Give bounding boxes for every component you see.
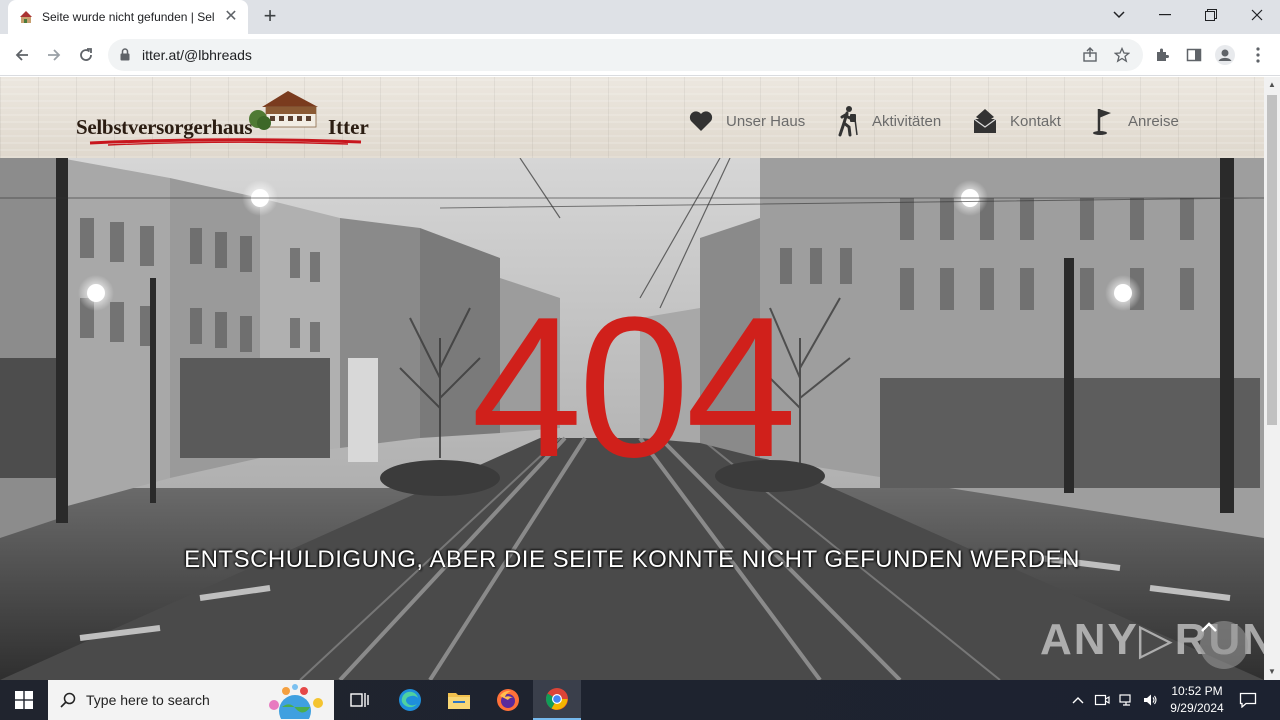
clock-date: 9/29/2024 — [1170, 701, 1224, 715]
nav-item-kontakt[interactable]: Kontakt — [970, 105, 1061, 137]
nav-label-aktivitaeten: Aktivitäten — [872, 112, 942, 130]
side-panel-icon[interactable] — [1184, 45, 1204, 65]
clock-time: 10:52 PM — [1171, 684, 1223, 698]
nav-item-aktivitaeten[interactable]: Aktivitäten — [832, 105, 941, 137]
logo-swoosh — [89, 138, 362, 146]
chrome-taskbar-button[interactable] — [533, 680, 581, 720]
firefox-taskbar-button[interactable] — [484, 680, 532, 720]
close-window-button[interactable] — [1234, 0, 1280, 30]
nav-item-unser-haus[interactable]: Unser Haus — [686, 105, 805, 137]
back-button[interactable] — [8, 41, 36, 69]
scroll-thumb[interactable] — [1267, 95, 1277, 425]
search-highlight-globe-icon — [269, 684, 323, 719]
heart-icon — [686, 106, 716, 136]
edge-taskbar-button[interactable] — [386, 680, 434, 720]
volume-icon[interactable] — [1140, 680, 1160, 720]
start-button[interactable] — [0, 680, 48, 720]
address-bar[interactable]: itter.at/@lbhreads — [108, 39, 1143, 71]
flag-icon — [1088, 106, 1118, 136]
scroll-to-top-button[interactable] — [1200, 621, 1248, 669]
error-message: ENTSCHULDIGUNG, ABER DIE SEITE KONNTE NI… — [184, 546, 1080, 573]
tab-search-icon[interactable] — [1096, 0, 1142, 30]
mail-icon — [970, 106, 1000, 136]
taskbar-search-box[interactable]: Type here to search — [48, 680, 334, 720]
menu-kebab-icon[interactable] — [1248, 45, 1268, 65]
site-header: Selbstversorgerhaus Itter Unser Haus Akt… — [0, 77, 1264, 158]
search-icon — [60, 692, 76, 708]
tray-overflow-chevron-icon[interactable] — [1068, 680, 1088, 720]
folder-icon — [448, 693, 470, 709]
lock-icon[interactable] — [120, 48, 130, 66]
nav-item-anreise[interactable]: Anreise — [1088, 105, 1179, 137]
forward-button[interactable] — [40, 41, 68, 69]
network-icon[interactable] — [1116, 680, 1136, 720]
browser-toolbar: itter.at/@lbhreads — [0, 34, 1280, 76]
error-code: 404 — [471, 276, 797, 499]
share-icon[interactable] — [1081, 46, 1099, 64]
edge-icon — [399, 689, 421, 711]
task-view-button[interactable] — [336, 680, 384, 720]
web-page: Selbstversorgerhaus Itter Unser Haus Akt… — [0, 77, 1264, 680]
windows-logo-icon — [15, 691, 33, 709]
url-text[interactable]: itter.at/@lbhreads — [142, 47, 252, 63]
scroll-up-arrow-icon[interactable]: ▲ — [1268, 81, 1276, 89]
reload-button[interactable] — [72, 41, 100, 69]
scroll-down-arrow-icon[interactable]: ▼ — [1268, 668, 1276, 676]
page-scrollbar[interactable]: ▲ ▼ — [1264, 77, 1280, 680]
site-logo[interactable]: Selbstversorgerhaus Itter — [76, 87, 369, 151]
file-explorer-taskbar-button[interactable] — [435, 680, 483, 720]
browser-tab[interactable]: Seite wurde nicht gefunden | Sel ✕ — [8, 0, 248, 34]
hiker-icon — [832, 106, 862, 137]
new-tab-button[interactable]: + — [258, 5, 282, 29]
hero-background: 404 ENTSCHULDIGUNG, ABER DIE SEITE KONNT… — [0, 158, 1264, 680]
minimize-button[interactable] — [1142, 0, 1188, 30]
nav-label-anreise: Anreise — [1128, 112, 1179, 130]
meet-now-icon[interactable] — [1092, 680, 1112, 720]
restore-button[interactable] — [1188, 0, 1234, 30]
nav-label-unser-haus: Unser Haus — [726, 112, 806, 130]
nav-label-kontakt: Kontakt — [1010, 112, 1061, 130]
extensions-icon[interactable] — [1152, 45, 1172, 65]
profile-avatar-icon[interactable] — [1215, 45, 1235, 65]
task-view-icon — [350, 693, 369, 707]
search-placeholder: Type here to search — [86, 692, 210, 708]
taskbar-clock[interactable]: 10:52 PM 9/29/2024 — [1160, 683, 1234, 717]
notification-center-icon[interactable] — [1236, 680, 1260, 720]
tab-close-icon[interactable]: ✕ — [222, 8, 240, 26]
tab-strip: Seite wurde nicht gefunden | Sel ✕ + — [0, 0, 1280, 34]
site-favicon-icon — [18, 9, 34, 25]
firefox-icon — [497, 689, 519, 711]
windows-taskbar: Type here to search 10:52 PM 9/29/2024 — [0, 680, 1280, 720]
bookmark-star-icon[interactable] — [1113, 46, 1131, 64]
tab-title: Seite wurde nicht gefunden | Sel — [42, 10, 214, 24]
chrome-icon — [546, 688, 568, 710]
house-illustration — [249, 91, 318, 130]
